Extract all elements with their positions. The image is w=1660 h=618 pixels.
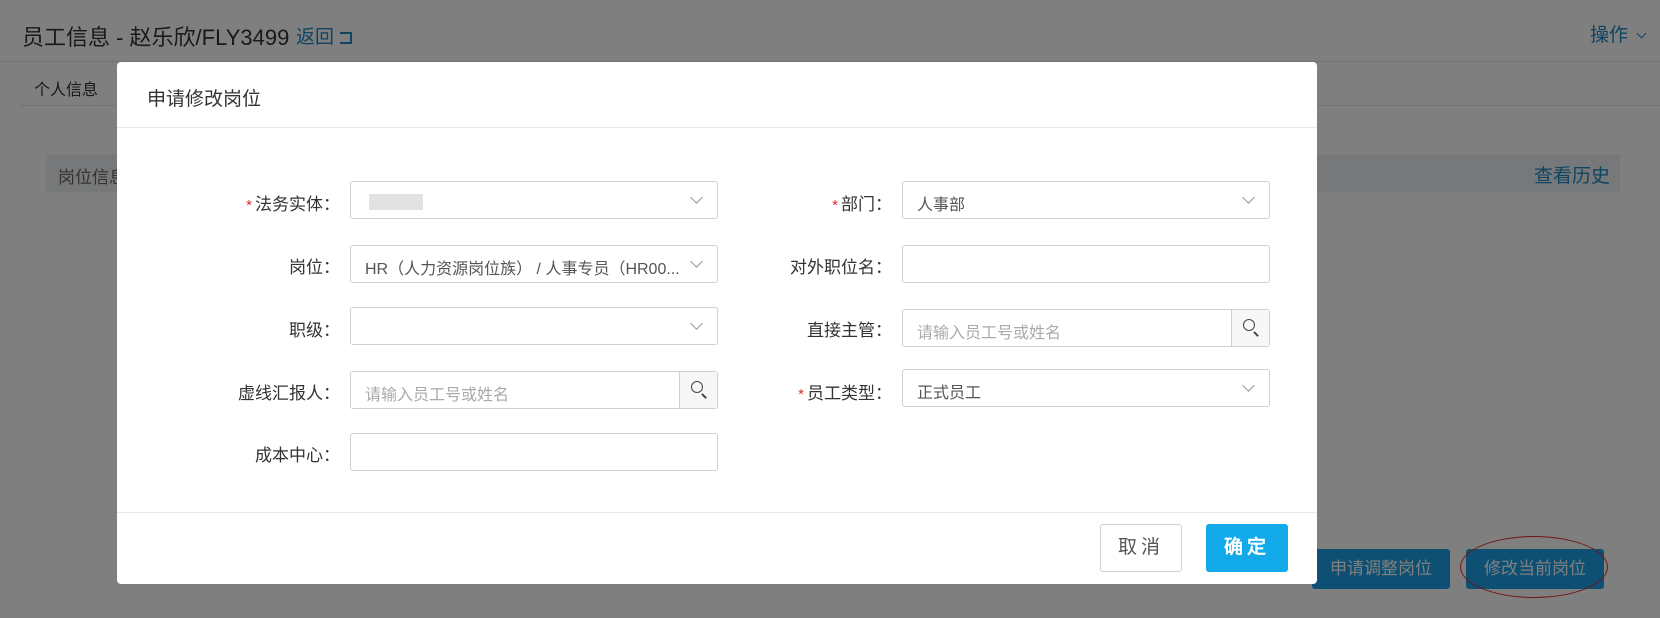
- search-icon-handle: [1253, 331, 1259, 337]
- legal-entity-select[interactable]: [350, 181, 718, 219]
- position-value: HR（人力资源岗位族） / 人事专员（HR00...: [365, 261, 680, 278]
- department-value: 人事部: [917, 197, 966, 214]
- job-level-label: 职级：: [289, 321, 340, 340]
- chevron-down-icon: [1242, 191, 1255, 204]
- reporter-search-button[interactable]: [679, 372, 717, 408]
- redacted-value: [369, 194, 423, 210]
- modal-header: 申请修改岗位: [117, 62, 1317, 128]
- chevron-down-icon: [690, 255, 703, 268]
- employee-type-select[interactable]: 正式员工: [902, 369, 1270, 407]
- department-select[interactable]: 人事部: [902, 181, 1270, 219]
- position-label: 岗位：: [289, 258, 340, 277]
- confirm-button[interactable]: 确定: [1206, 524, 1288, 572]
- chevron-down-icon: [690, 191, 703, 204]
- position-select[interactable]: HR（人力资源岗位族） / 人事专员（HR00...: [350, 245, 718, 283]
- search-icon: [1243, 319, 1255, 331]
- cancel-button[interactable]: 取消: [1100, 524, 1182, 572]
- chevron-down-icon: [1242, 379, 1255, 392]
- search-icon-handle: [701, 393, 707, 399]
- external-title-input[interactable]: [902, 245, 1270, 283]
- dotted-line-reporter-label: 虚线汇报人：: [238, 384, 340, 403]
- dotted-line-reporter-placeholder: 请输入员工号或姓名: [365, 387, 510, 404]
- chevron-down-icon: [690, 317, 703, 330]
- employee-type-value: 正式员工: [917, 385, 982, 402]
- external-title-label: 对外职位名：: [790, 258, 892, 277]
- employee-type-label: * 员工类型：: [798, 384, 892, 403]
- cost-center-label: 成本中心：: [255, 446, 340, 465]
- direct-supervisor-label: 直接主管：: [807, 321, 892, 340]
- legal-entity-label: * 法务实体：: [246, 195, 340, 214]
- department-label: * 部门：: [832, 195, 892, 214]
- required-mark: *: [798, 386, 804, 403]
- required-mark: *: [832, 197, 838, 214]
- direct-supervisor-placeholder: 请输入员工号或姓名: [917, 325, 1062, 342]
- direct-supervisor-input[interactable]: 请输入员工号或姓名: [902, 309, 1270, 347]
- job-level-select[interactable]: [350, 307, 718, 345]
- search-icon: [691, 381, 703, 393]
- modal-title: 申请修改岗位: [147, 89, 262, 110]
- required-mark: *: [246, 197, 252, 214]
- cost-center-input[interactable]: [350, 433, 718, 471]
- dotted-line-reporter-input[interactable]: 请输入员工号或姓名: [350, 371, 718, 409]
- supervisor-search-button[interactable]: [1231, 310, 1269, 346]
